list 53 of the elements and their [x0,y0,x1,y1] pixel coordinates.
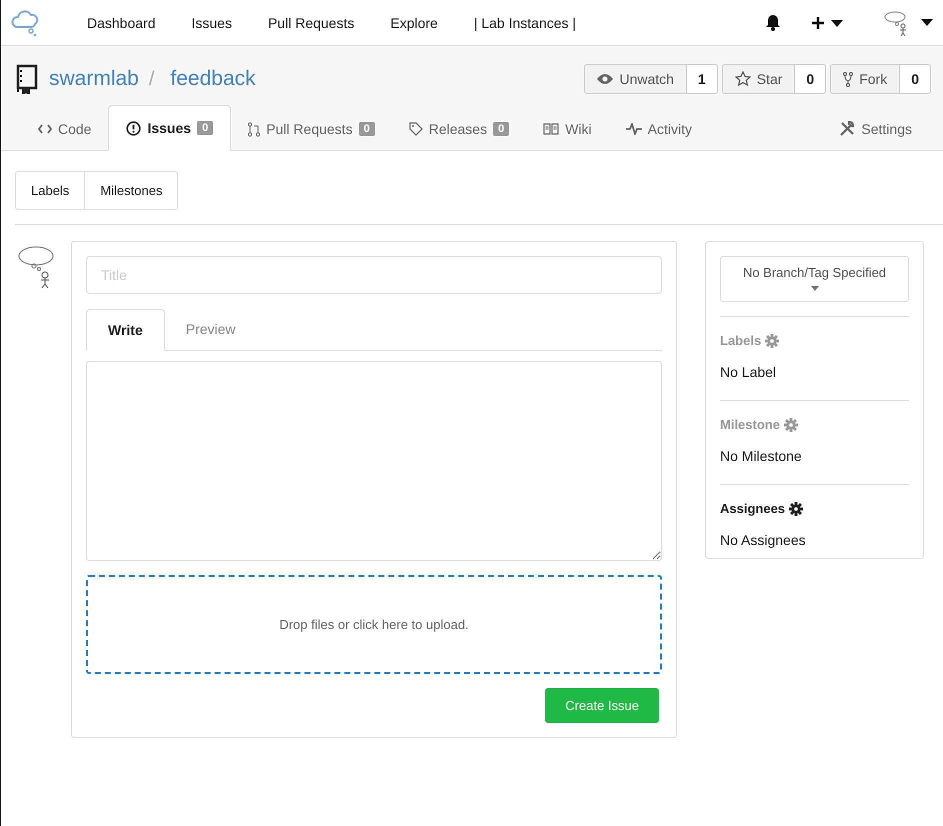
repo-tab[interactable]: Pull Requests 0 [231,107,392,151]
tools-icon [839,121,856,137]
repo-tab[interactable]: Issues 0 [108,105,232,151]
watch-button[interactable]: Unwatch [584,64,687,94]
plus-dropdown-icon[interactable] [811,16,845,30]
book-open-icon [543,123,560,135]
section-title: Milestone [720,417,780,432]
nav-link[interactable]: Issues [174,14,250,30]
nav-link[interactable]: Dashboard [69,14,174,30]
section-value: No Assignees [720,532,807,548]
upload-dropzone[interactable]: Drop files or click here to upload. [86,575,662,674]
book-icon [15,64,39,94]
avatar-dropdown-icon[interactable] [883,10,935,36]
count-badge: 0 [493,122,510,136]
bell-icon[interactable] [765,14,781,31]
nav-link[interactable]: Explore [372,14,456,30]
fork-icon [843,72,854,86]
caret-icon [810,286,818,291]
pull-request-icon [248,122,260,136]
section-value: No Label [720,364,778,380]
count-label: 1 [686,64,718,94]
editor-tab[interactable]: Write [86,309,165,351]
path-separator: / [148,68,154,90]
eye-icon [597,73,614,85]
nav-link[interactable]: | Lab Instances | [456,14,594,30]
repo-tab[interactable]: Activity [608,107,709,151]
subnav-button[interactable]: Labels [16,172,84,209]
fork-button[interactable]: Fork [830,64,900,94]
count-label: 0 [900,64,931,94]
content-field[interactable] [86,361,662,561]
count-badge: 0 [197,121,214,135]
repo-name-link[interactable]: feedback [170,67,256,91]
tag-icon [408,122,423,136]
editor-tab[interactable]: Preview [164,309,257,351]
gear-icon[interactable] [789,502,804,516]
repo-tab[interactable]: Wiki [526,107,609,151]
nav-link[interactable]: Pull Requests [250,14,372,30]
repo-owner-link[interactable]: swarmlab [49,67,139,91]
star-icon [734,71,751,87]
count-label: 0 [795,64,826,94]
repo-tab[interactable]: Releases 0 [392,107,526,151]
subnav-button[interactable]: Milestones [84,172,178,209]
section-title: Assignees [720,501,786,516]
exclamation-circle-icon [126,120,142,136]
section-value: No Milestone [720,448,803,464]
branch-dropdown[interactable]: No Branch/Tag Specified [720,256,909,302]
pulse-icon [626,123,642,135]
star-button[interactable]: Star [722,64,796,94]
code-icon [38,124,52,134]
section-title: Labels [720,333,762,348]
settings-tab[interactable]: Settings [822,107,929,151]
count-badge: 0 [358,122,375,136]
repo-tab[interactable]: Code [21,107,108,151]
